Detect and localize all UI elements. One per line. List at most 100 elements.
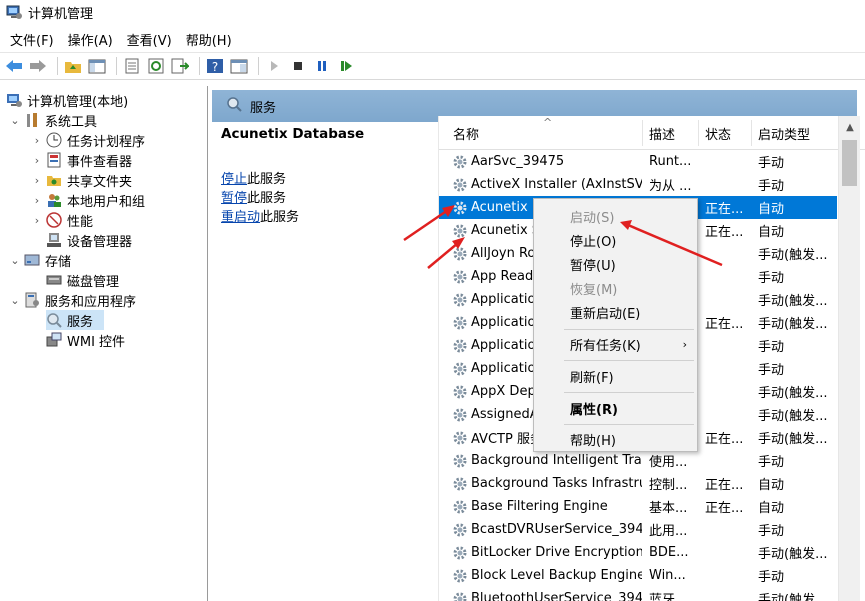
menu-item-resume[interactable]: 恢复(M) [534, 276, 697, 300]
service-startup-type-cell: 手动 [758, 570, 785, 585]
table-row[interactable]: BcastDVRUserService_394... 此用... 手动 [439, 518, 837, 541]
tree-item-root[interactable]: 计算机管理(本地) [6, 90, 128, 110]
tree-item-label: 存储 [45, 254, 72, 270]
column-header-name[interactable]: 名称 [453, 124, 479, 143]
scrollbar-thumb[interactable] [842, 140, 857, 186]
menu-item-pause[interactable]: 暂停(U) [534, 252, 697, 276]
menu-item-stop[interactable]: 停止(O) [534, 228, 697, 252]
tree-item-wmi[interactable]: WMI 控件 [46, 330, 125, 350]
expand-chevron-icon[interactable]: ⌄ [8, 294, 22, 307]
menu-item-restart[interactable]: 重新启动(E) [534, 300, 697, 324]
tree-item-services[interactable]: 服务 [46, 310, 104, 330]
menu-file[interactable]: 文件(F) [4, 28, 60, 51]
pause-service-icon[interactable] [312, 56, 332, 76]
service-startup-type-cell: 手动 [758, 156, 785, 171]
expand-chevron-icon[interactable]: ⌄ [8, 254, 22, 267]
service-name-text: Base Filtering Engine [471, 499, 608, 514]
menu-help[interactable]: 帮助(H) [180, 28, 238, 51]
service-gear-icon [452, 361, 468, 377]
refresh-icon[interactable] [146, 56, 166, 76]
column-header-startup-type[interactable]: 启动类型 [758, 124, 810, 143]
service-name-text: BcastDVRUserService_394... [471, 522, 642, 537]
show-hide-tree-icon[interactable] [87, 56, 107, 76]
search-magnifier-icon [226, 96, 242, 116]
service-description-cell: BDE... [649, 545, 689, 560]
menu-item-properties[interactable]: 属性(R) [534, 396, 697, 420]
menu-item-start[interactable]: 启动(S) [534, 204, 697, 228]
tree-item-task-scheduler[interactable]: › 任务计划程序 [30, 130, 145, 150]
expand-arrow-icon[interactable]: › [30, 134, 44, 147]
expand-arrow-icon[interactable]: › [30, 154, 44, 167]
tree-item-event-viewer[interactable]: › 事件查看器 [30, 150, 132, 170]
table-row[interactable]: BluetoothUserService_394... 蓝牙... 手动(触发... [439, 587, 837, 601]
tree-item-performance[interactable]: › 性能 [30, 210, 93, 230]
menu-action[interactable]: 操作(A) [62, 28, 119, 51]
service-status-cell: 正在... [705, 225, 744, 240]
table-row[interactable]: Block Level Backup Engine ... Win... 手动 [439, 564, 837, 587]
service-name-text: ActiveX Installer (AxInstSV) [471, 177, 642, 192]
service-gear-icon [452, 200, 468, 216]
tree-item-storage[interactable]: ⌄ 存储 [8, 250, 71, 270]
service-name-cell: Background Intelligent Tra... [452, 453, 642, 469]
service-startup-type-cell: 自动 [758, 501, 785, 516]
service-startup-type-cell: 手动 [758, 363, 785, 378]
expand-arrow-icon[interactable]: › [30, 174, 44, 187]
tree-item-device-manager[interactable]: 设备管理器 [46, 230, 132, 250]
table-row[interactable]: Background Intelligent Tra... 使用... 手动 [439, 449, 837, 472]
vertical-scrollbar[interactable]: ▲ [838, 116, 860, 601]
menu-item-all-tasks[interactable]: 所有任务(K) › [534, 332, 697, 356]
menu-view[interactable]: 查看(V) [121, 28, 178, 51]
forward-icon[interactable] [28, 56, 48, 76]
menu-item-help[interactable]: 帮助(H) [534, 427, 697, 451]
column-header-status[interactable]: 状态 [705, 124, 731, 143]
table-row[interactable]: AarSvc_39475 Runt... 手动 [439, 150, 837, 173]
expand-arrow-icon[interactable]: › [30, 194, 44, 207]
restart-service-link[interactable]: 重启动 [221, 210, 260, 225]
tree-item-local-users[interactable]: › 本地用户和组 [30, 190, 145, 210]
service-name-cell: ActiveX Installer (AxInstSV) [452, 177, 642, 193]
tree-item-system-tools[interactable]: ⌄ 系统工具 [8, 110, 97, 130]
tree-item-services-apps[interactable]: ⌄ 服务和应用程序 [8, 290, 136, 310]
table-row[interactable]: Base Filtering Engine 基本... 正在... 自动 [439, 495, 837, 518]
table-row[interactable]: BitLocker Drive Encryption ... BDE... 手动(触… [439, 541, 837, 564]
service-gear-icon [452, 384, 468, 400]
tree-item-disk-management[interactable]: 磁盘管理 [46, 270, 119, 290]
up-folder-icon[interactable] [63, 56, 83, 76]
pause-service-link[interactable]: 暂停 [221, 191, 247, 206]
service-status-cell: 正在... [705, 478, 744, 493]
service-startup-type-cell: 自动 [758, 202, 785, 217]
service-gear-icon [452, 522, 468, 538]
console-view-icon[interactable] [229, 56, 249, 76]
service-startup-type-cell: 手动(触发... [758, 593, 828, 601]
menu-item-refresh[interactable]: 刷新(F) [534, 364, 697, 388]
tree-item-shared-folders[interactable]: › 共享文件夹 [30, 170, 132, 190]
expand-arrow-icon[interactable]: › [30, 214, 44, 227]
help-icon[interactable]: ? [205, 56, 225, 76]
scroll-up-icon[interactable]: ▲ [839, 116, 861, 138]
column-header-description[interactable]: 描述 [649, 124, 675, 143]
service-name-cell: Block Level Backup Engine ... [452, 568, 642, 584]
action-suffix: 此服务 [260, 210, 300, 225]
column-divider[interactable] [698, 120, 699, 146]
properties-icon[interactable] [122, 56, 142, 76]
stop-service-link[interactable]: 停止 [221, 172, 247, 187]
service-startup-type-cell: 手动(触发... [758, 294, 828, 309]
restart-service-icon[interactable] [336, 56, 356, 76]
service-name-text: Background Intelligent Tra... [471, 453, 642, 468]
back-icon[interactable] [4, 56, 24, 76]
service-startup-type-cell: 手动(触发... [758, 248, 828, 263]
column-divider[interactable] [642, 120, 643, 146]
table-row[interactable]: Background Tasks Infrastru... 控制... 正在... 自… [439, 472, 837, 495]
column-divider[interactable] [751, 120, 752, 146]
menu-separator [564, 392, 694, 393]
menu-bar: 文件(F) 操作(A) 查看(V) 帮助(H) [0, 28, 865, 50]
window-title: 计算机管理 [28, 6, 94, 22]
stop-service-icon[interactable] [288, 56, 308, 76]
wmi-control-icon [46, 332, 62, 348]
service-description-cell: 控制... [649, 478, 688, 493]
start-service-icon[interactable] [264, 56, 284, 76]
tree-item-label: 设备管理器 [67, 234, 133, 250]
export-list-icon[interactable] [170, 56, 190, 76]
table-row[interactable]: ActiveX Installer (AxInstSV) 为从 ... 手动 [439, 173, 837, 196]
expand-chevron-icon[interactable]: ⌄ [8, 114, 22, 127]
